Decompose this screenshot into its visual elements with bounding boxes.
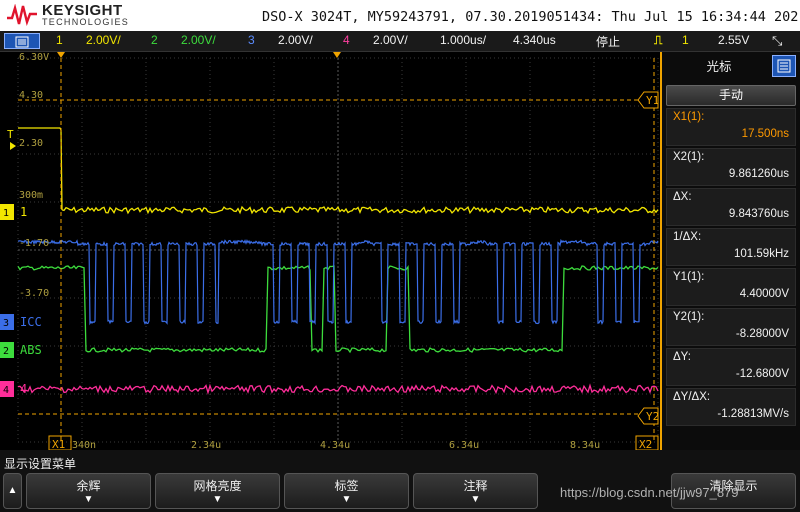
cursor-readout-label: ΔY/ΔX: — [673, 391, 711, 403]
cursor-readout-value: 4.40000V — [739, 288, 789, 300]
arrow-down-icon: ▼ — [470, 494, 481, 505]
cursor-x2-label: X2 — [639, 438, 652, 450]
cursor-readout-row: ΔX: 9.843760us — [666, 188, 796, 226]
ch1-marker-number: 1 — [3, 208, 9, 219]
cursor-mode-button[interactable]: 手动 — [666, 85, 796, 106]
ch2-number[interactable]: 2 — [151, 33, 158, 47]
arrow-down-icon: ▼ — [83, 494, 94, 505]
trigger-channel[interactable]: 1 — [682, 33, 689, 47]
waveform-svg: Y1 Y2 X1 X2 6.30V 4.30 2.30 300m -1.70 -3.70 340n 2… — [0, 52, 659, 451]
cursor-readout-label: ΔY: — [673, 351, 691, 363]
voltage-axis-label: -3.70 — [19, 288, 49, 299]
cursor-readout-row: X2(1): 9.861260us — [666, 148, 796, 186]
cursor-readout-value: 9.861260us — [728, 168, 789, 180]
time-axis-label: 6.34u — [449, 440, 479, 450]
softkey-annotation[interactable]: 注释 ▼ — [413, 473, 538, 509]
softkey-grid-intensity[interactable]: 网格亮度 ▼ — [155, 473, 280, 509]
cursor-readout-row: 1/ΔX: 101.59kHz — [666, 228, 796, 266]
cursor-readout-value: 9.843760us — [728, 208, 789, 220]
menu-icon — [15, 36, 29, 48]
time-axis-label: 8.34u — [570, 440, 600, 450]
trigger-level-marker: T — [7, 128, 14, 141]
trigger-edge-icon: ⎍ — [654, 33, 663, 47]
ch3-scale[interactable]: 2.00V/ — [278, 33, 313, 47]
cursor-readout-row: Y1(1): 4.40000V — [666, 268, 796, 306]
cursor-readout-value: -12.6800V — [735, 368, 789, 380]
keysight-logo-icon — [7, 4, 37, 26]
cursor-panel: 光标 手动 X1(1): 17.500ns X2(1): 9.861260us ΔX: 9… — [660, 52, 800, 450]
ch3-label: ICC — [20, 315, 42, 329]
cursor-readout-label: X1(1): — [673, 111, 705, 123]
softkey-label: 标签 — [334, 479, 359, 493]
time-axis-label: 4.34u — [320, 440, 350, 450]
voltage-axis-label: 300m — [19, 190, 43, 201]
softkey-persistence[interactable]: 余辉 ▼ — [26, 473, 151, 509]
trigger-arrow-icon — [10, 142, 16, 150]
main-menu-button[interactable] — [4, 33, 40, 49]
waveform-display[interactable]: Y1 Y2 X1 X2 6.30V 4.30 2.30 300m -1.70 -3.70 340n 2… — [0, 52, 660, 451]
time-axis-label: 2.34u — [191, 440, 221, 450]
expand-icon[interactable]: ⤡ — [772, 33, 782, 49]
run-state[interactable]: 停止 — [596, 33, 620, 50]
cursor-readout-label: 1/ΔX: — [673, 231, 702, 243]
ch1-label: 1 — [20, 205, 27, 219]
menu-up-button[interactable]: ▲ — [3, 473, 22, 509]
softkey-label: 网格亮度 — [193, 479, 242, 493]
ch4-marker-number: 4 — [3, 385, 9, 396]
brand-subtitle: TECHNOLOGIES — [42, 17, 130, 27]
softkey-menu-title: 显示设置菜单 — [4, 457, 77, 471]
cursor-readout-label: Y1(1): — [673, 271, 705, 283]
cursor-readout-row: ΔY: -12.6800V — [666, 348, 796, 386]
trigger-position-icon — [333, 52, 341, 58]
cursor-readout-label: X2(1): — [673, 151, 705, 163]
softkey-label: 注释 — [463, 479, 488, 493]
trigger-level[interactable]: 2.55V — [718, 33, 749, 47]
softkey-label: 余辉 — [76, 479, 101, 493]
softkey-labels[interactable]: 标签 ▼ — [284, 473, 409, 509]
arrow-down-icon: ▼ — [212, 494, 223, 505]
ch4-scale[interactable]: 2.00V/ — [373, 33, 408, 47]
ch3-number[interactable]: 3 — [248, 33, 255, 47]
cursor-readout-label: Y2(1): — [673, 311, 705, 323]
x1-top-marker-icon — [57, 52, 65, 58]
voltage-axis-label: 2.30 — [19, 138, 43, 149]
voltage-axis-label: -1.70 — [19, 238, 49, 249]
cursor-panel-title: 光标 — [706, 60, 732, 74]
cursor-y2-label: Y2 — [646, 410, 659, 423]
watermark-text: https://blog.csdn.net/jjw97_879 — [560, 485, 739, 500]
cursor-readout-value: -8.28000V — [735, 328, 789, 340]
arrow-down-icon: ▼ — [341, 494, 352, 505]
cursor-readout-row: X1(1): 17.500ns — [666, 108, 796, 146]
cursor-x1-label: X1 — [52, 438, 65, 450]
cursor-y1-label: Y1 — [646, 94, 659, 107]
time-axis-label: 340n — [72, 440, 96, 450]
timebase-scale[interactable]: 1.000us/ — [440, 33, 486, 47]
cursor-readout-label: ΔX: — [673, 191, 692, 203]
cursor-readout-value: 17.500ns — [741, 128, 789, 140]
arrow-up-icon: ▲ — [7, 485, 18, 496]
cursor-readout-row: Y2(1): -8.28000V — [666, 308, 796, 346]
panel-menu-button[interactable] — [772, 55, 796, 77]
ch1-number[interactable]: 1 — [56, 33, 63, 47]
ch2-marker-number: 2 — [3, 346, 9, 357]
ch3-marker-number: 3 — [3, 318, 9, 329]
ch1-scale[interactable]: 2.00V/ — [86, 33, 121, 47]
cursor-readout-row: ΔY/ΔX: -1.28813MV/s — [666, 388, 796, 426]
time-delay[interactable]: 4.340us — [513, 33, 556, 47]
ch4-number[interactable]: 4 — [343, 33, 350, 47]
ch2-scale[interactable]: 2.00V/ — [181, 33, 216, 47]
cursor-readout-value: 101.59kHz — [734, 248, 789, 260]
voltage-axis-label: 6.30V — [19, 52, 49, 63]
cursor-readout-value: -1.28813MV/s — [717, 408, 789, 420]
instrument-info: DSO-X 3024T, MY59243791, 07.30.201905143… — [262, 9, 800, 25]
voltage-axis-label: 4.30 — [19, 90, 43, 101]
ch4-label: 4 — [20, 382, 27, 396]
ch2-label: ABS — [20, 343, 42, 357]
list-icon — [777, 59, 791, 73]
